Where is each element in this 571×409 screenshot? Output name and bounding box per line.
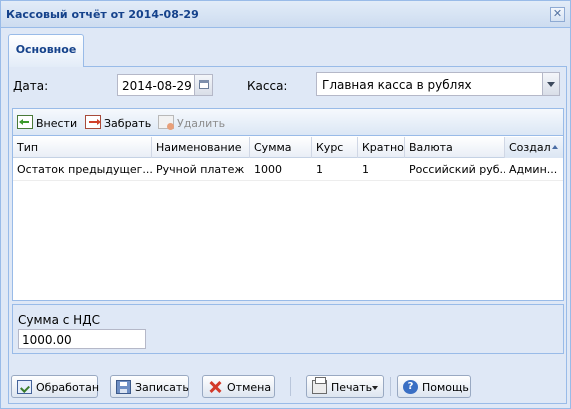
cell-created-by: Админ... [509, 163, 558, 176]
deposit-icon [17, 115, 33, 129]
toolbar-separator [290, 377, 291, 396]
cash-report-window: Кассовый отчёт от 2014-08-29 ✕ Основное … [0, 0, 571, 409]
cancel-icon [208, 380, 223, 394]
process-button[interactable]: Обработан [11, 375, 100, 398]
delete-icon [158, 115, 174, 130]
column-header-created-by[interactable]: Создал [505, 137, 563, 158]
date-field[interactable]: 2014-08-29 [117, 74, 213, 96]
table-row[interactable]: Остаток предыдущег... Ручной платеж 1000… [13, 159, 563, 181]
printer-icon [312, 377, 327, 394]
date-label: Дата: [13, 79, 49, 93]
tab-main[interactable]: Основное [8, 34, 84, 67]
withdraw-button-label: Забрать [104, 117, 152, 130]
add-button[interactable]: Внести [17, 115, 79, 131]
sum-value[interactable]: 1000.00 [22, 333, 72, 347]
column-header-type[interactable]: Тип [13, 137, 152, 158]
sum-field[interactable]: 1000.00 [18, 329, 146, 349]
column-header-amount[interactable]: Сумма [250, 137, 312, 158]
cancel-button-label: Отмена [227, 381, 272, 394]
cell-currency: Российский руб... [409, 163, 505, 176]
calendar-icon[interactable] [194, 75, 212, 95]
save-button-label: Записать [135, 381, 189, 394]
cell-multiplicity: 1 [362, 163, 369, 176]
sum-panel: Сумма с НДС 1000.00 [12, 304, 564, 354]
chevron-down-icon[interactable] [542, 73, 559, 95]
grid-header: Тип Наименование Сумма Курс Кратнос Валю… [13, 137, 563, 158]
window-titlebar[interactable]: Кассовый отчёт от 2014-08-29 ✕ [1, 1, 570, 28]
withdraw-icon [85, 115, 101, 129]
grid-toolbar: Внести Забрать Удалить [13, 109, 563, 136]
print-button-label: Печать [331, 381, 373, 394]
cell-type: Остаток предыдущег... [17, 163, 152, 176]
process-icon [17, 380, 32, 394]
help-icon: ? [403, 380, 418, 394]
cancel-button[interactable]: Отмена [202, 375, 275, 398]
cashbox-select[interactable]: Главная касса в рублях [316, 72, 560, 96]
cashbox-value[interactable]: Главная касса в рублях [322, 78, 472, 92]
print-button[interactable]: Печать [306, 375, 384, 398]
delete-button-label: Удалить [177, 117, 226, 130]
cell-amount: 1000 [254, 163, 282, 176]
delete-button[interactable]: Удалить [158, 115, 228, 131]
cell-rate: 1 [316, 163, 323, 176]
chevron-down-icon [372, 386, 378, 390]
help-button-label: Помощь [422, 381, 469, 394]
cell-name: Ручной платеж [156, 163, 245, 176]
close-icon[interactable]: ✕ [550, 7, 565, 22]
floppy-icon [116, 380, 131, 394]
column-header-created-by-label: Создал [509, 141, 551, 154]
process-button-label: Обработан [36, 381, 100, 394]
tab-main-panel: Дата: 2014-08-29 Касса: Главная касса в … [8, 67, 567, 404]
sort-asc-icon [552, 145, 558, 149]
bottom-toolbar: Обработан Записать Отмена Печать ? Помощ… [1, 366, 570, 406]
payments-grid: Внести Забрать Удалить Тип Наименование … [12, 108, 564, 301]
column-header-rate[interactable]: Курс [312, 137, 358, 158]
window-title: Кассовый отчёт от 2014-08-29 [6, 8, 199, 21]
save-button[interactable]: Записать [110, 375, 189, 398]
column-header-name[interactable]: Наименование [152, 137, 250, 158]
column-header-currency[interactable]: Валюта [405, 137, 505, 158]
date-value[interactable]: 2014-08-29 [122, 79, 192, 93]
toolbar-separator [390, 377, 391, 396]
tab-strip: Основное [8, 33, 567, 67]
help-button[interactable]: ? Помощь [397, 375, 471, 398]
withdraw-button[interactable]: Забрать [85, 115, 155, 131]
add-button-label: Внести [36, 117, 78, 130]
sum-label: Сумма с НДС [18, 313, 100, 327]
header-form-row: Дата: 2014-08-29 Касса: Главная касса в … [9, 72, 566, 100]
column-header-multiplicity[interactable]: Кратнос [358, 137, 405, 158]
cashbox-label: Касса: [247, 79, 288, 93]
